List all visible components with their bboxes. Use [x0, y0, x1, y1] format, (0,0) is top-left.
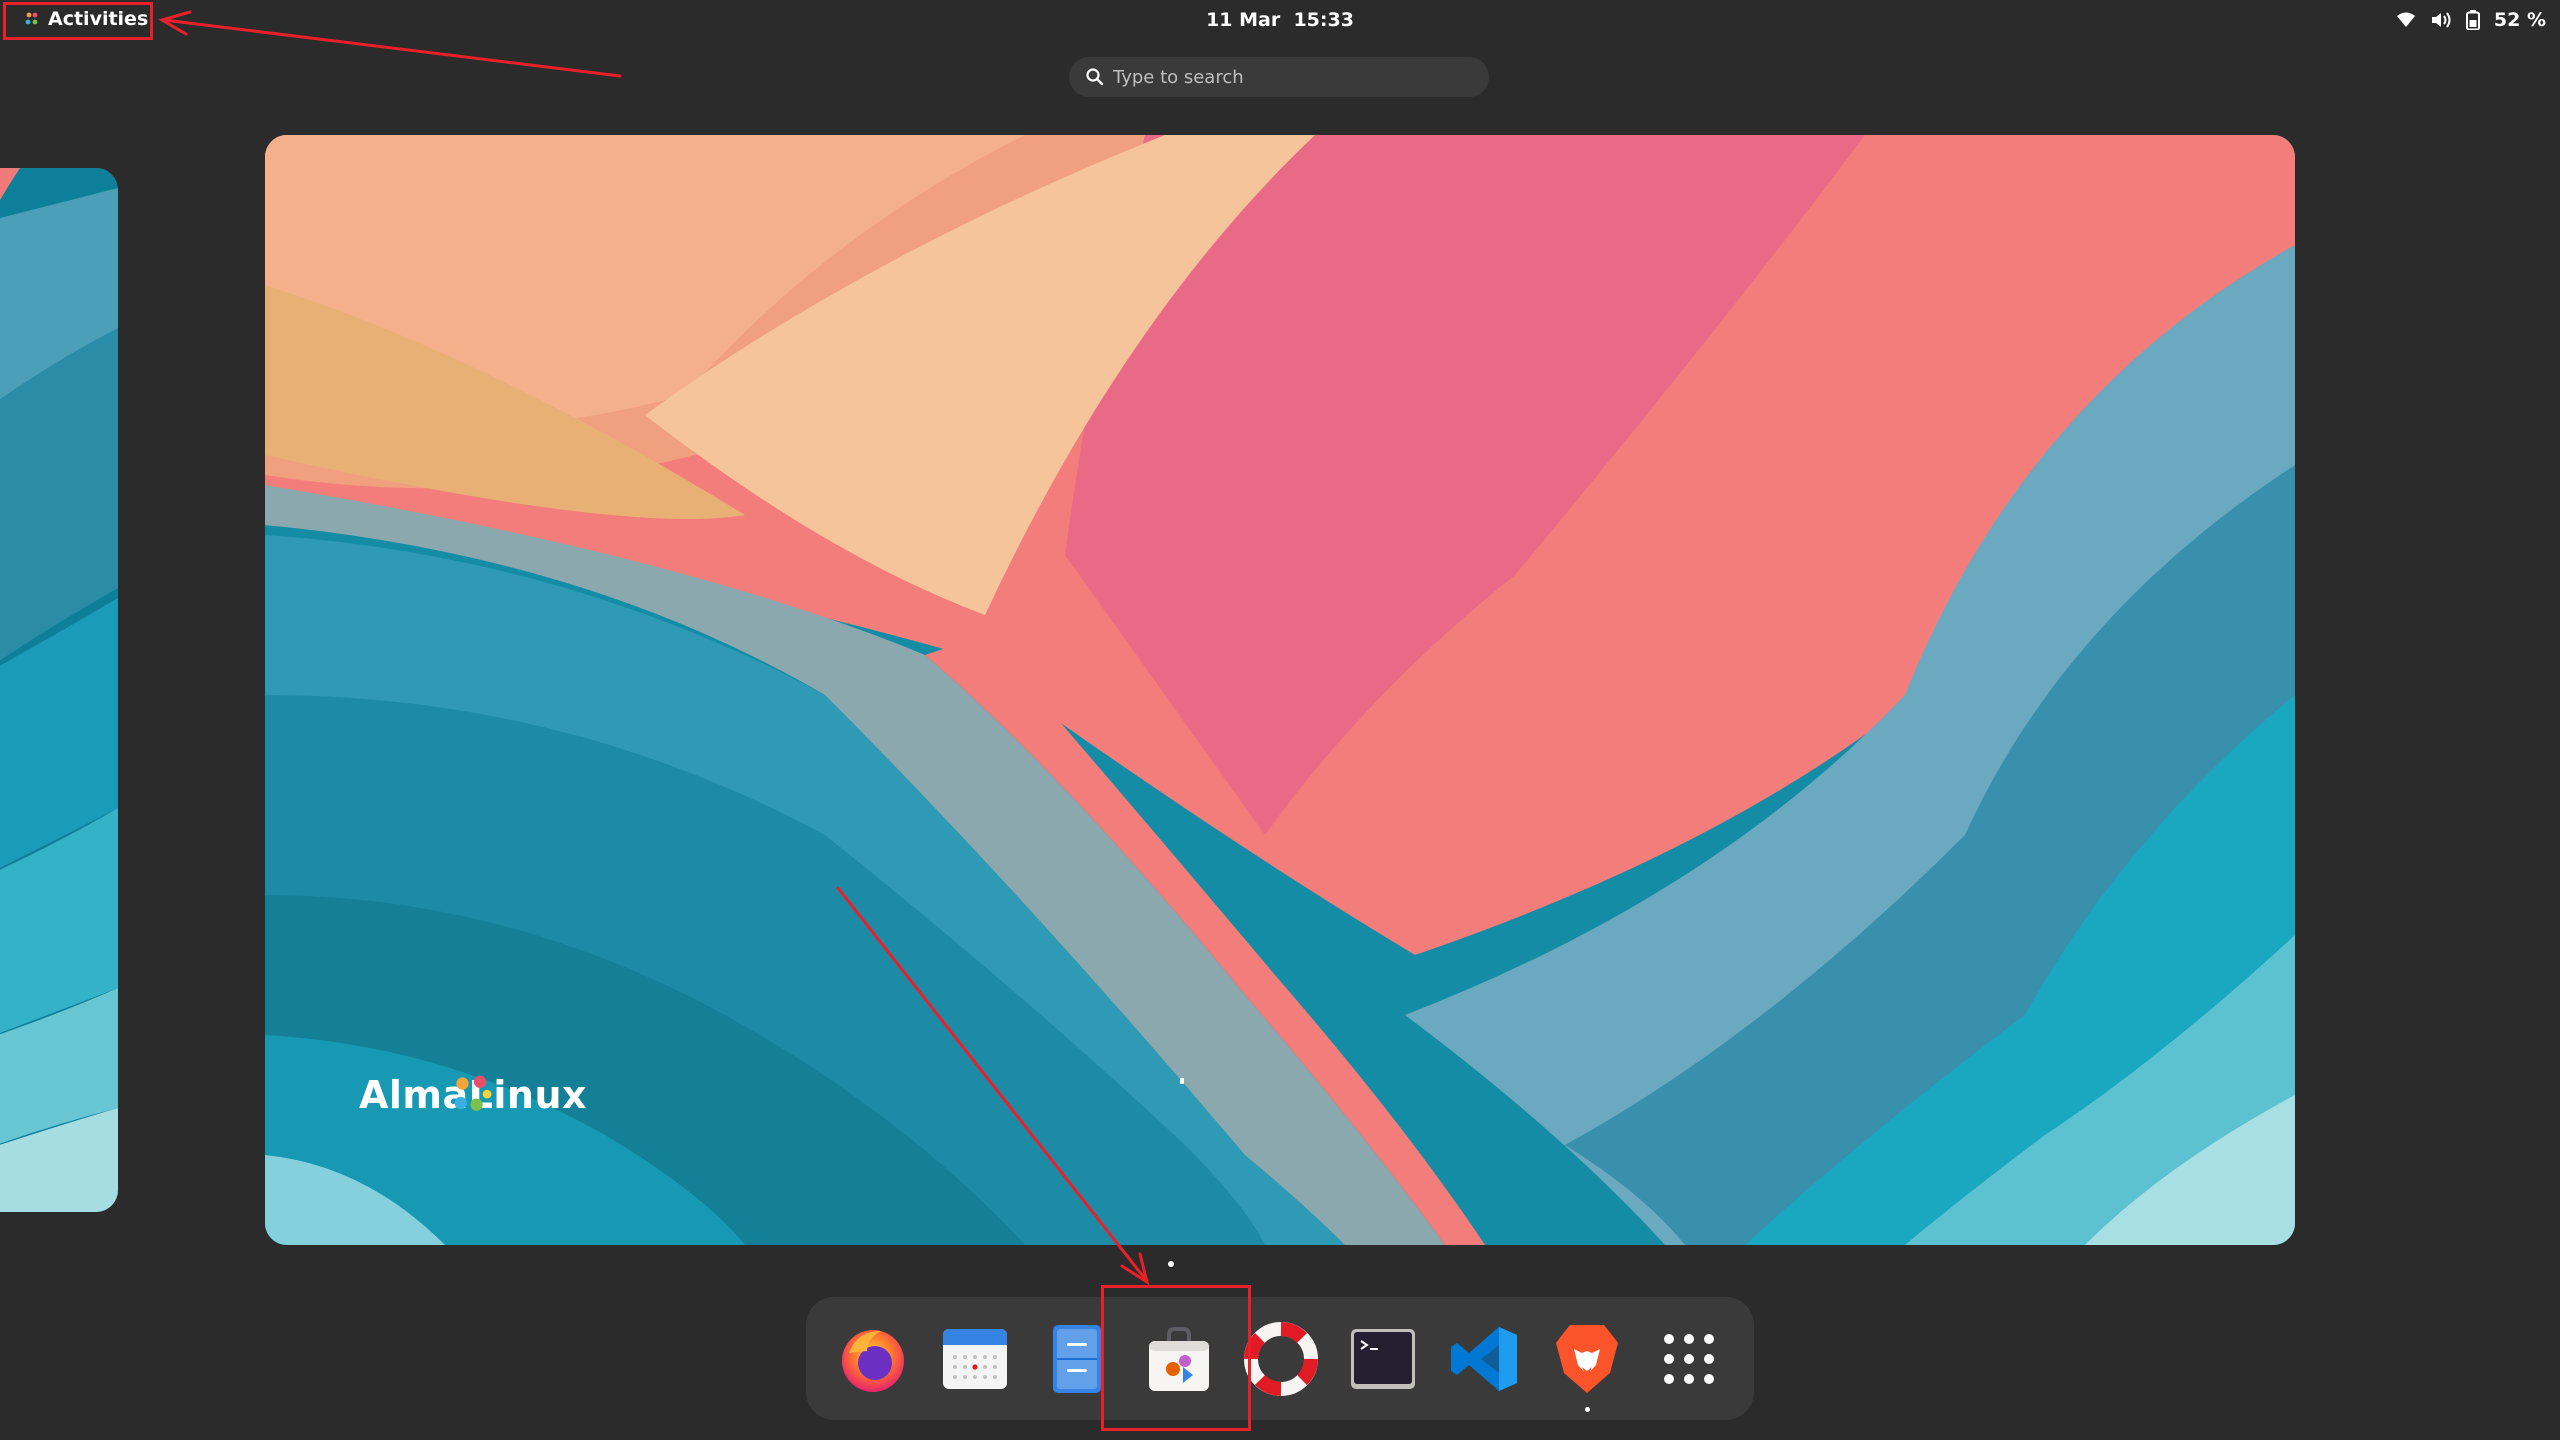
workspace-thumbnail-left[interactable] [0, 168, 118, 1212]
software-bag-icon [1149, 1326, 1209, 1391]
dock-item-terminal[interactable] [1332, 1308, 1434, 1410]
system-tray[interactable]: 52 % [2396, 0, 2546, 40]
wallpaper-left [0, 168, 118, 1212]
search-bar[interactable] [1069, 57, 1489, 97]
activities-label: Activities [48, 8, 149, 30]
dock-item-brave[interactable] [1536, 1308, 1638, 1412]
dock-item-vscode[interactable] [1434, 1308, 1536, 1410]
almalinux-logo-icon [454, 1075, 492, 1111]
wifi-icon [2396, 12, 2415, 27]
dock-item-help[interactable] [1230, 1308, 1332, 1410]
lifebuoy-icon [1244, 1321, 1318, 1396]
terminal-icon [1351, 1328, 1415, 1389]
calendar-icon [943, 1328, 1007, 1389]
almalinux-brand: AlmaLinux [359, 1073, 587, 1117]
dock-item-calendar[interactable] [924, 1308, 1026, 1410]
app-grid-icon [1664, 1333, 1714, 1384]
clock-date[interactable]: 11 Mar [1206, 9, 1280, 31]
search-icon [1086, 68, 1104, 86]
workspace-indicator [1168, 1261, 1174, 1267]
dock-item-software[interactable] [1128, 1308, 1230, 1410]
dock-item-firefox[interactable] [822, 1308, 924, 1410]
battery-percent: 52 % [2493, 9, 2546, 31]
search-input[interactable] [1105, 66, 1489, 88]
firefox-icon [842, 1329, 904, 1392]
clock: 11 Mar 15:33 [0, 0, 2560, 40]
clock-time[interactable]: 15:33 [1293, 9, 1353, 31]
battery-icon [2465, 10, 2480, 30]
top-bar: Activities 11 Mar 15:33 52 % [0, 0, 2560, 40]
brave-lion-icon [1556, 1324, 1618, 1393]
almalinux-logo-icon [25, 12, 38, 25]
show-applications-button[interactable] [1638, 1308, 1740, 1410]
volume-icon [2431, 12, 2451, 28]
activities-button[interactable]: Activities [6, 4, 170, 34]
running-indicator [1585, 1406, 1590, 1412]
mouse-pointer [1180, 1078, 1184, 1084]
dock-item-files[interactable] [1026, 1308, 1128, 1410]
file-cabinet-icon [1053, 1324, 1101, 1393]
dash [806, 1297, 1754, 1420]
vscode-icon [1451, 1326, 1517, 1391]
workspace-thumbnail-main[interactable]: AlmaLinux [265, 135, 2295, 1245]
